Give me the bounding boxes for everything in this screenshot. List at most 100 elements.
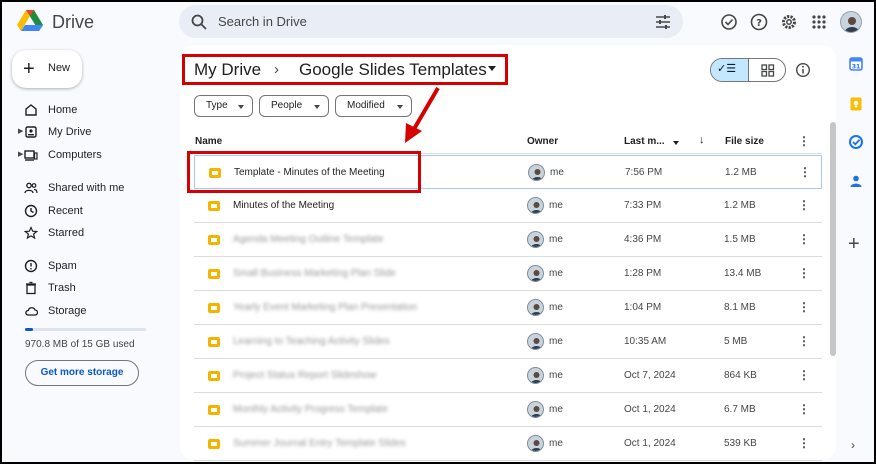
more-actions-icon[interactable]: ⋮ xyxy=(798,436,810,450)
file-last-modified: 7:33 PM xyxy=(624,200,662,211)
search-icon[interactable] xyxy=(190,13,208,31)
table-row[interactable]: Minutes of the Meeting me 7:33 PM 1.2 MB ⋮ xyxy=(194,189,822,223)
more-actions-icon[interactable]: ⋮ xyxy=(798,198,810,212)
file-name: Summer Journal Entry Template Slides xyxy=(233,438,406,449)
file-name: Monthly Activity Progress Template xyxy=(233,404,388,415)
more-actions-icon[interactable]: ⋮ xyxy=(798,232,810,246)
file-name: Yearly Event Marketing Plan Presentation xyxy=(233,302,418,313)
help-icon[interactable]: ? xyxy=(749,12,769,32)
table-row[interactable]: Agenda Meeting Outline Template me 4:36 PM… xyxy=(194,223,822,257)
sidebar-item-label: Storage xyxy=(48,305,87,317)
column-options-icon[interactable]: ⋮ xyxy=(798,134,810,148)
sort-direction-arrow-icon[interactable]: ↓ xyxy=(699,134,705,146)
sidebar-item-label: Shared with me xyxy=(48,182,125,194)
search-input[interactable] xyxy=(218,5,638,38)
view-toggle[interactable]: ✓☰ xyxy=(710,58,786,82)
owner-avatar xyxy=(527,265,544,282)
file-last-modified: 1:04 PM xyxy=(624,302,662,313)
file-owner: me xyxy=(549,438,563,449)
get-more-storage-button[interactable]: Get more storage xyxy=(25,360,139,386)
file-size: 5 MB xyxy=(724,336,748,347)
table-row[interactable]: Project Status Report Slideshow me Oct 7, … xyxy=(194,359,822,393)
contacts-icon[interactable] xyxy=(848,173,864,189)
sidebar-item-spam[interactable]: Spam xyxy=(0,256,165,278)
search-options-icon[interactable] xyxy=(654,13,672,31)
slides-file-icon xyxy=(208,439,220,449)
owner-avatar xyxy=(527,197,544,214)
modified-sort-caret-icon[interactable] xyxy=(673,141,679,145)
apps-grid-icon[interactable] xyxy=(809,12,829,32)
drive-logo[interactable] xyxy=(17,9,43,33)
owner-avatar xyxy=(528,164,545,181)
file-name: Agenda Meeting Outline Template xyxy=(233,234,384,245)
svg-text:?: ? xyxy=(756,18,762,29)
settings-gear-icon[interactable] xyxy=(779,12,799,32)
filter-type-chip[interactable]: Type xyxy=(194,95,253,117)
people-icon xyxy=(24,182,38,194)
tasks-icon[interactable] xyxy=(848,134,864,150)
keep-notes-icon[interactable] xyxy=(848,96,864,112)
new-button[interactable]: + New xyxy=(12,50,82,88)
grid-view-button[interactable] xyxy=(749,59,785,81)
file-size: 539 KB xyxy=(724,438,757,449)
file-owner: me xyxy=(549,302,563,313)
selected-file-highlight-annotation xyxy=(187,151,421,193)
filter-people-chip[interactable]: People xyxy=(259,95,329,117)
table-row[interactable]: Learning to Teaching Activity Slides me 10… xyxy=(194,325,822,359)
offline-status-icon[interactable] xyxy=(719,12,739,32)
expand-side-panel-chevron-icon[interactable]: › xyxy=(851,438,855,452)
info-icon[interactable] xyxy=(795,62,811,78)
sidebar-item-computers[interactable]: ▶ Computers xyxy=(0,145,165,167)
more-actions-icon[interactable]: ⋮ xyxy=(798,300,810,314)
table-row[interactable]: Yearly Event Marketing Plan Presentation… xyxy=(194,291,822,325)
file-last-modified: Oct 1, 2024 xyxy=(624,438,676,449)
file-size: 8.1 MB xyxy=(724,302,756,313)
search-bar[interactable] xyxy=(179,5,683,38)
account-avatar[interactable] xyxy=(840,11,862,33)
slides-file-icon xyxy=(208,269,220,279)
sidebar-item-my-drive[interactable]: ▶ My Drive xyxy=(0,122,165,144)
file-name: Small Business Marketing Plan Slide xyxy=(233,268,396,279)
sidebar-item-label: Recent xyxy=(48,205,83,217)
calendar-icon[interactable]: 31 xyxy=(848,56,864,72)
sidebar-item-shared-with-me[interactable]: Shared with me xyxy=(0,178,165,200)
slides-file-icon xyxy=(208,303,220,313)
more-actions-icon[interactable]: ⋮ xyxy=(798,368,810,382)
more-actions-icon[interactable]: ⋮ xyxy=(798,334,810,348)
sidebar-item-recent[interactable]: Recent xyxy=(0,201,165,223)
file-list-scrollbar[interactable] xyxy=(830,122,836,356)
file-last-modified: Oct 7, 2024 xyxy=(624,370,676,381)
expand-arrow-icon[interactable]: ▶ xyxy=(18,127,23,135)
more-actions-icon[interactable]: ⋮ xyxy=(798,266,810,280)
column-header-file-size[interactable]: File size xyxy=(725,136,764,147)
column-header-owner[interactable]: Owner xyxy=(527,136,558,147)
storage-usage-text: 970.8 MB of 15 GB used xyxy=(25,339,135,350)
more-actions-icon[interactable]: ⋮ xyxy=(799,165,811,179)
file-size: 864 KB xyxy=(724,370,757,381)
file-last-modified: 10:35 AM xyxy=(624,336,667,347)
sidebar-item-trash[interactable]: Trash xyxy=(0,278,165,300)
sidebar-item-label: Starred xyxy=(48,227,85,239)
table-row[interactable]: Monthly Activity Progress Template me Oct … xyxy=(194,393,822,427)
plus-icon: + xyxy=(23,58,35,80)
annotation-arrow-icon xyxy=(405,86,440,143)
more-actions-icon[interactable]: ⋮ xyxy=(798,402,810,416)
sidebar-item-storage[interactable]: Storage xyxy=(0,301,165,323)
add-addon-plus-icon[interactable]: + xyxy=(848,233,860,256)
file-size: 1.5 MB xyxy=(724,234,756,245)
app-title[interactable]: Drive xyxy=(52,12,94,33)
sidebar-item-starred[interactable]: Starred xyxy=(0,223,165,245)
column-header-last-modified[interactable]: Last m... xyxy=(624,136,665,147)
column-header-name[interactable]: Name xyxy=(195,136,222,147)
sidebar-item-label: Home xyxy=(48,104,78,116)
sidebar-item-label: Trash xyxy=(48,282,76,294)
expand-arrow-icon[interactable]: ▶ xyxy=(18,150,23,158)
slides-file-icon xyxy=(208,405,220,415)
list-view-button[interactable]: ✓☰ xyxy=(711,59,749,81)
table-row[interactable]: Summer Journal Entry Template Slides me Oc… xyxy=(194,427,822,461)
table-row[interactable]: Small Business Marketing Plan Slide me 1:2… xyxy=(194,257,822,291)
owner-avatar xyxy=(527,435,544,452)
sidebar-item-home[interactable]: Home xyxy=(0,100,165,122)
chevron-down-icon xyxy=(238,105,244,109)
sidebar-item-label: Computers xyxy=(48,149,102,161)
